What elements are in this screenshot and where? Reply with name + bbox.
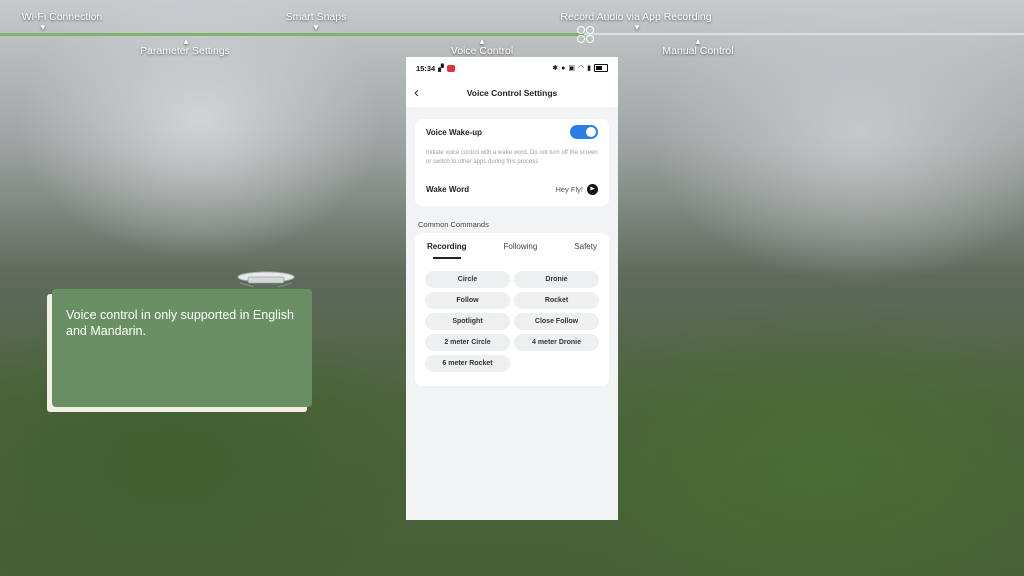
chapter-smart-snaps[interactable]: Smart Snaps <box>286 11 347 23</box>
tab-recording[interactable]: Recording <box>427 242 467 259</box>
app-icon: ▞ <box>438 65 444 72</box>
common-commands-title: Common Commands <box>418 220 489 229</box>
voice-wakeup-row: Voice Wake-up <box>426 119 598 145</box>
status-bar: 15:34 ▞ ✱ ● ▣ ◠ ▮ <box>406 57 618 79</box>
play-icon[interactable]: ▶ <box>587 183 598 195</box>
command-chip-spotlight[interactable]: Spotlight <box>425 313 510 330</box>
toggle-knob <box>586 127 596 137</box>
chapter-record-audio[interactable]: Record Audio via App Recording <box>560 11 711 23</box>
nfc-icon: ▣ <box>568 65 576 72</box>
chapter-voice-control[interactable]: Voice Control <box>451 45 513 57</box>
chapter-marker-down-icon: ▼ <box>312 23 320 32</box>
location-icon: ● <box>561 64 566 72</box>
commands-card: Recording Following Safety Circle Dronie… <box>415 233 609 386</box>
tab-safety[interactable]: Safety <box>574 242 597 251</box>
voice-wakeup-toggle[interactable] <box>570 125 598 139</box>
page-title: Voice Control Settings <box>466 88 558 98</box>
phone-screen: 15:34 ▞ ✱ ● ▣ ◠ ▮ ‹ Voice Control Settin… <box>406 57 618 520</box>
chapter-marker-down-icon: ▼ <box>633 23 641 32</box>
chapter-parameter-settings[interactable]: Parameter Settings <box>140 45 230 57</box>
tab-following[interactable]: Following <box>504 242 538 251</box>
voice-wakeup-description: Initiate voice control with a wake word.… <box>426 150 598 165</box>
battery-icon <box>594 64 608 72</box>
wake-word-label: Wake Word <box>426 184 470 194</box>
wake-settings-card: Voice Wake-up Initiate voice control wit… <box>415 119 609 206</box>
timeline-progress <box>0 33 584 36</box>
info-callout: Voice control in only supported in Engli… <box>52 289 312 407</box>
voice-wakeup-label: Voice Wake-up <box>426 127 483 137</box>
recording-indicator-icon <box>446 64 455 72</box>
chapter-wifi-connection[interactable]: Wi-Fi Connection <box>22 11 103 23</box>
wifi-icon: ◠ <box>578 65 585 72</box>
nav-bar: ‹ Voice Control Settings <box>406 79 618 107</box>
callout-text: Voice control in only supported in Engli… <box>66 308 294 338</box>
chapter-timeline: Wi-Fi Connection ▼ Smart Snaps ▼ Record … <box>0 0 1024 60</box>
chapter-marker-down-icon: ▼ <box>39 23 47 32</box>
signal-icon: ▮ <box>587 65 591 72</box>
status-time: 15:34 <box>416 63 436 73</box>
command-chip-rocket[interactable]: Rocket <box>514 292 599 309</box>
command-chip-follow[interactable]: Follow <box>425 292 510 309</box>
command-chip-4m-dronie[interactable]: 4 meter Dronie <box>514 334 599 351</box>
command-chip-6m-rocket[interactable]: 6 meter Rocket <box>425 355 510 372</box>
command-chip-close-follow[interactable]: Close Follow <box>514 313 599 330</box>
chapter-manual-control[interactable]: Manual Control <box>662 45 733 57</box>
wake-word-value: Hey Fly! <box>555 184 583 194</box>
scrubber-handle-icon[interactable] <box>576 25 596 45</box>
command-chips: Circle Dronie Follow Rocket Spotlight Cl… <box>425 259 599 372</box>
command-tabs: Recording Following Safety <box>425 233 599 259</box>
drone-icon <box>237 271 295 288</box>
command-chip-2m-circle[interactable]: 2 meter Circle <box>425 334 510 351</box>
command-chip-dronie[interactable]: Dronie <box>514 271 599 288</box>
bluetooth-icon: ✱ <box>552 65 559 72</box>
command-chip-circle[interactable]: Circle <box>425 271 510 288</box>
wake-word-row[interactable]: Wake Word Hey Fly! ▶ <box>426 172 598 206</box>
back-chevron-icon[interactable]: ‹ <box>414 84 419 101</box>
